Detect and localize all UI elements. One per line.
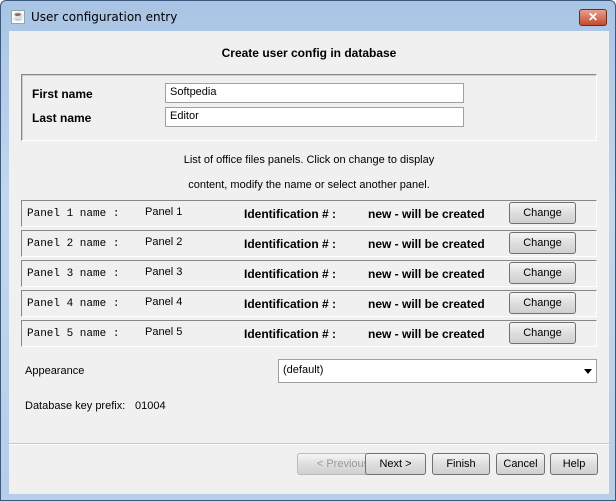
last-name-field[interactable]: Editor: [165, 107, 464, 127]
dialog-window: ☕ User configuration entry ✕ Create user…: [0, 0, 616, 501]
panel-name: Panel 2: [145, 236, 183, 248]
appearance-select[interactable]: (default): [278, 359, 597, 383]
panel-name: Panel 5: [145, 326, 183, 338]
panel-label: Panel 2 name :: [27, 238, 120, 250]
first-name-label: First name: [32, 87, 93, 101]
identification-value: new - will be created: [368, 327, 485, 341]
change-button[interactable]: Change: [509, 202, 576, 224]
panel-row: Panel 1 name : Panel 1 Identification # …: [21, 200, 597, 227]
identification-value: new - will be created: [368, 237, 485, 251]
title-bar: ☕ User configuration entry ✕: [1, 1, 615, 31]
dialog-content: Create user config in database First nam…: [9, 31, 609, 494]
panel-row: Panel 2 name : Panel 2 Identification # …: [21, 230, 597, 257]
instruction-line-2: content, modify the name or select anoth…: [188, 179, 430, 191]
identification-value: new - will be created: [368, 207, 485, 221]
identification-label: Identification # :: [244, 207, 337, 221]
panel-name: Panel 1: [145, 206, 183, 218]
change-button[interactable]: Change: [509, 322, 576, 344]
identification-label: Identification # :: [244, 237, 337, 251]
identification-label: Identification # :: [244, 267, 337, 281]
panel-label: Panel 3 name :: [27, 268, 120, 280]
window-title: User configuration entry: [31, 10, 178, 24]
panel-row: Panel 5 name : Panel 5 Identification # …: [21, 320, 597, 347]
first-name-field[interactable]: Softpedia: [165, 83, 464, 103]
identification-label: Identification # :: [244, 297, 337, 311]
change-button[interactable]: Change: [509, 292, 576, 314]
change-button[interactable]: Change: [509, 262, 576, 284]
help-button[interactable]: Help: [550, 453, 598, 475]
identification-value: new - will be created: [368, 267, 485, 281]
finish-button[interactable]: Finish: [432, 453, 490, 475]
panel-label: Panel 1 name :: [27, 208, 120, 220]
page-title: Create user config in database: [221, 46, 397, 60]
panel-name: Panel 4: [145, 296, 183, 308]
separator: [9, 443, 609, 445]
db-key-label: Database key prefix:: [25, 400, 126, 412]
identification-label: Identification # :: [244, 327, 337, 341]
last-name-label: Last name: [32, 111, 92, 125]
cancel-button[interactable]: Cancel: [496, 453, 545, 475]
panel-row: Panel 4 name : Panel 4 Identification # …: [21, 290, 597, 317]
java-app-icon: ☕: [11, 10, 25, 24]
panel-name: Panel 3: [145, 266, 183, 278]
appearance-value: (default): [283, 364, 324, 376]
appearance-label: Appearance: [25, 365, 85, 377]
panel-label: Panel 4 name :: [27, 298, 120, 310]
chevron-down-icon: [584, 369, 592, 374]
close-button[interactable]: ✕: [579, 9, 607, 26]
next-button[interactable]: Next >: [365, 453, 426, 475]
identification-value: new - will be created: [368, 297, 485, 311]
panel-row: Panel 3 name : Panel 3 Identification # …: [21, 260, 597, 287]
change-button[interactable]: Change: [509, 232, 576, 254]
name-group: First name Softpedia Last name Editor: [21, 74, 597, 141]
db-key-value: 01004: [135, 400, 166, 412]
panel-label: Panel 5 name :: [27, 328, 120, 340]
instruction-line-1: List of office files panels. Click on ch…: [183, 154, 435, 166]
